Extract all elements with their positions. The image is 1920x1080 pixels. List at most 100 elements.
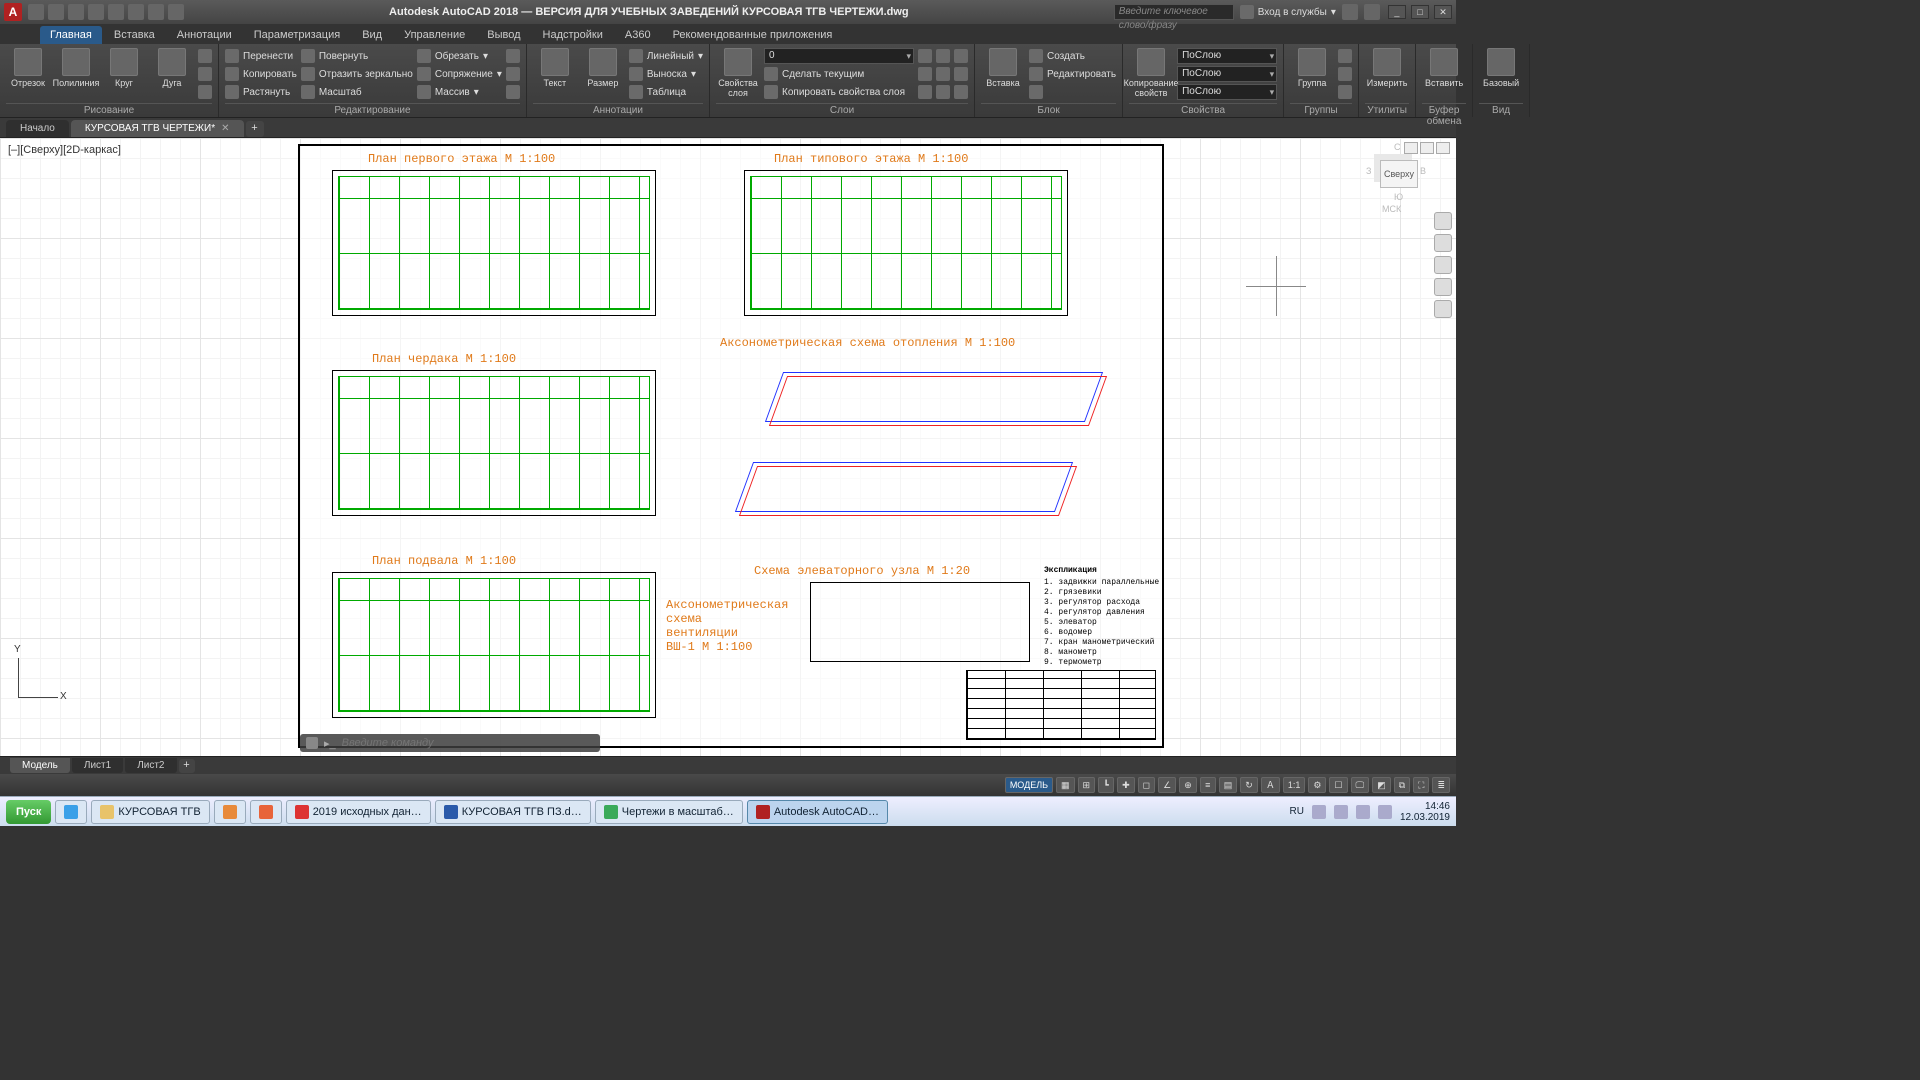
qat-dropdown-icon[interactable] (168, 4, 184, 20)
array-button[interactable]: Массив ▾ (417, 84, 502, 100)
taskbar-wmp[interactable] (214, 800, 246, 824)
draw-extra-3[interactable] (198, 84, 212, 100)
language-indicator[interactable]: RU (1289, 806, 1303, 817)
drawing-tab-start[interactable]: Начало (6, 120, 69, 137)
circle-button[interactable]: Круг (102, 46, 146, 88)
taskbar-firefox[interactable] (250, 800, 282, 824)
arc-button[interactable]: Дуга (150, 46, 194, 88)
modify-extra-2[interactable] (506, 66, 520, 82)
modify-extra-3[interactable] (506, 84, 520, 100)
maximize-button[interactable]: □ (1411, 5, 1429, 19)
status-trans-icon[interactable]: ▤ (1219, 777, 1238, 793)
add-layout-button[interactable]: + (179, 759, 195, 773)
layout-tab-sheet1[interactable]: Лист1 (72, 758, 123, 773)
tray-arrow-icon[interactable] (1312, 805, 1326, 819)
ribbon-tab-view[interactable]: Вид (352, 26, 392, 44)
ribbon-tab-a360[interactable]: A360 (615, 26, 661, 44)
rotate-button[interactable]: Повернуть (301, 48, 413, 64)
group-extra-3[interactable] (1338, 84, 1352, 100)
taskbar-folder[interactable]: КУРСОВАЯ ТГВ (91, 800, 209, 824)
base-view-button[interactable]: Базовый (1479, 46, 1523, 88)
ribbon-tab-addins[interactable]: Надстройки (533, 26, 613, 44)
exchange-icon[interactable] (1342, 4, 1358, 20)
ribbon-tab-annotate[interactable]: Аннотации (167, 26, 242, 44)
insert-block-button[interactable]: Вставка (981, 46, 1025, 88)
linear-dim-button[interactable]: Линейный ▾ (629, 48, 703, 64)
text-button[interactable]: Текст (533, 46, 577, 88)
status-grid-icon[interactable]: ▦ (1056, 777, 1075, 793)
qat-save-icon[interactable] (68, 4, 84, 20)
nav-showmotion-icon[interactable] (1434, 300, 1452, 318)
draw-extra-2[interactable] (198, 66, 212, 82)
tray-flag-icon[interactable] (1378, 805, 1392, 819)
status-ws-icon[interactable]: ☐ (1329, 777, 1347, 793)
status-clean-icon[interactable]: ⛶ (1413, 777, 1429, 793)
view-cube[interactable]: С Ю В З Сверху МСК (1368, 144, 1428, 204)
drawing-area[interactable]: [–][Сверху][2D-каркас] План первого этаж… (0, 138, 1456, 756)
group-button[interactable]: Группа (1290, 46, 1334, 88)
layer-extra-3[interactable] (918, 84, 968, 100)
status-iso-icon[interactable]: ◩ (1372, 777, 1391, 793)
layout-tab-model[interactable]: Модель (10, 758, 70, 773)
qat-undo-icon[interactable] (128, 4, 144, 20)
status-annoscale-icon[interactable]: Ａ (1261, 777, 1280, 793)
tray-volume-icon[interactable] (1334, 805, 1348, 819)
nav-wheel-icon[interactable] (1434, 212, 1452, 230)
copy-button[interactable]: Копировать (225, 66, 297, 82)
app-menu-button[interactable]: A (4, 3, 22, 21)
taskbar-autocad[interactable]: Autodesk AutoCAD… (747, 800, 888, 824)
ribbon-tab-insert[interactable]: Вставка (104, 26, 165, 44)
lineweight-combo[interactable]: ПоСлою (1177, 66, 1277, 82)
block-extra[interactable] (1029, 84, 1116, 100)
layout-tab-sheet2[interactable]: Лист2 (125, 758, 176, 773)
status-osnap-icon[interactable]: ◻ (1138, 777, 1155, 793)
ribbon-tab-output[interactable]: Вывод (477, 26, 530, 44)
qat-redo-icon[interactable] (148, 4, 164, 20)
vp-close[interactable] (1436, 142, 1450, 154)
color-combo[interactable]: ПоСлою (1177, 48, 1277, 64)
nav-orbit-icon[interactable] (1434, 278, 1452, 296)
group-extra-2[interactable] (1338, 66, 1352, 82)
tray-network-icon[interactable] (1356, 805, 1370, 819)
command-options-icon[interactable] (306, 737, 318, 749)
edit-block-button[interactable]: Редактировать (1029, 66, 1116, 82)
create-block-button[interactable]: Создать (1029, 48, 1116, 64)
match-properties-button[interactable]: Копирование свойств (1129, 46, 1173, 98)
command-line[interactable]: ▸_ (300, 734, 600, 752)
status-snap-icon[interactable]: ⊞ (1078, 777, 1096, 793)
status-cycle-icon[interactable]: ↻ (1240, 777, 1258, 793)
taskbar-pdf[interactable]: 2019 исходных дан… (286, 800, 431, 824)
status-hw-icon[interactable]: ⧉ (1394, 777, 1410, 793)
status-monitor-icon[interactable]: 🖵 (1351, 777, 1370, 793)
help-icon[interactable] (1364, 4, 1380, 20)
status-gear-icon[interactable]: ⚙ (1308, 777, 1326, 793)
linetype-combo[interactable]: ПоСлою (1177, 84, 1277, 100)
status-polar-icon[interactable]: ✚ (1117, 777, 1135, 793)
ribbon-tab-home[interactable]: Главная (40, 26, 102, 44)
ribbon-tab-featured[interactable]: Рекомендованные приложения (663, 26, 843, 44)
qat-open-icon[interactable] (48, 4, 64, 20)
taskbar-word[interactable]: КУРСОВАЯ ТГВ ПЗ.d… (435, 800, 591, 824)
qat-new-icon[interactable] (28, 4, 44, 20)
drawing-tab-current[interactable]: КУРСОВАЯ ТГВ ЧЕРТЕЖИ*✕ (71, 120, 244, 137)
dimension-button[interactable]: Размер (581, 46, 625, 88)
close-tab-icon[interactable]: ✕ (221, 123, 229, 134)
modify-extra-1[interactable] (506, 48, 520, 64)
fillet-button[interactable]: Сопряжение ▾ (417, 66, 502, 82)
status-customize-icon[interactable]: ≣ (1432, 777, 1450, 793)
measure-button[interactable]: Измерить (1365, 46, 1409, 88)
status-scale-combo[interactable]: 1:1 (1283, 777, 1306, 793)
mirror-button[interactable]: Отразить зеркально (301, 66, 413, 82)
taskbar-clock[interactable]: 14:46 12.03.2019 (1400, 801, 1450, 823)
qat-plot-icon[interactable] (108, 4, 124, 20)
move-button[interactable]: Перенести (225, 48, 297, 64)
leader-button[interactable]: Выноска ▾ (629, 66, 703, 82)
ribbon-tab-parametric[interactable]: Параметризация (244, 26, 350, 44)
taskbar-ie[interactable] (55, 800, 87, 824)
draw-extra-1[interactable] (198, 48, 212, 64)
status-otrack-icon[interactable]: ∠ (1158, 777, 1176, 793)
start-button[interactable]: Пуск (6, 800, 51, 824)
stretch-button[interactable]: Растянуть (225, 84, 297, 100)
ribbon-tab-manage[interactable]: Управление (394, 26, 475, 44)
status-dyn-icon[interactable]: ⊕ (1179, 777, 1197, 793)
